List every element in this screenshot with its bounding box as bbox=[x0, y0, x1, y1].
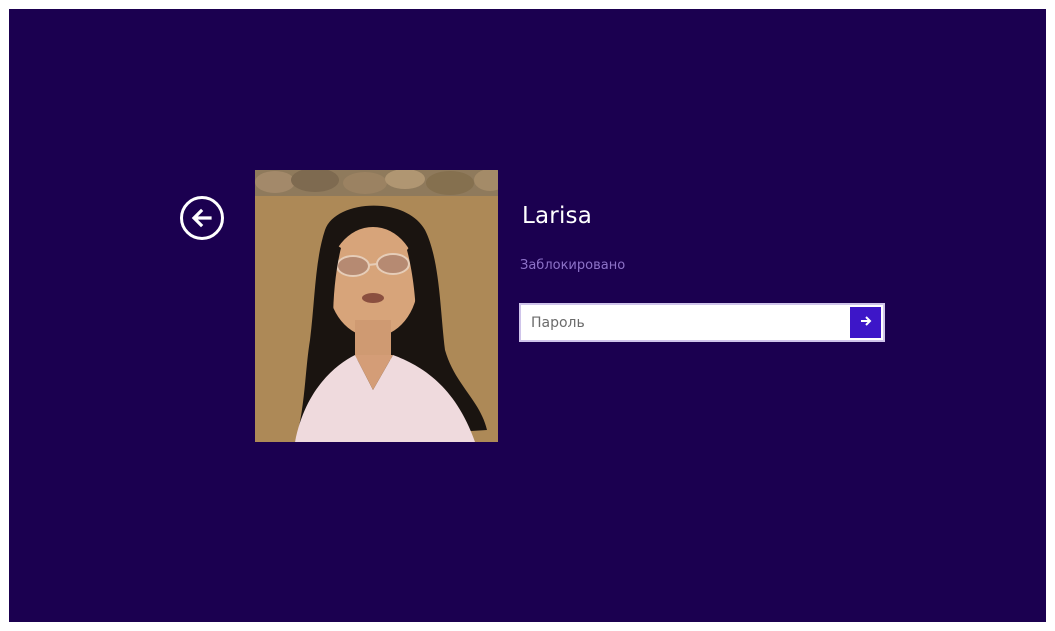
submit-button[interactable] bbox=[850, 307, 881, 338]
user-name: Larisa bbox=[522, 203, 593, 229]
back-button[interactable] bbox=[180, 196, 224, 240]
lock-screen: Larisa Заблокировано bbox=[9, 9, 1046, 622]
user-avatar bbox=[255, 170, 498, 442]
user-status: Заблокировано bbox=[520, 258, 626, 273]
arrow-right-icon bbox=[859, 313, 873, 332]
password-field bbox=[519, 303, 885, 342]
password-input[interactable] bbox=[521, 305, 847, 340]
back-arrow-icon bbox=[189, 205, 215, 231]
